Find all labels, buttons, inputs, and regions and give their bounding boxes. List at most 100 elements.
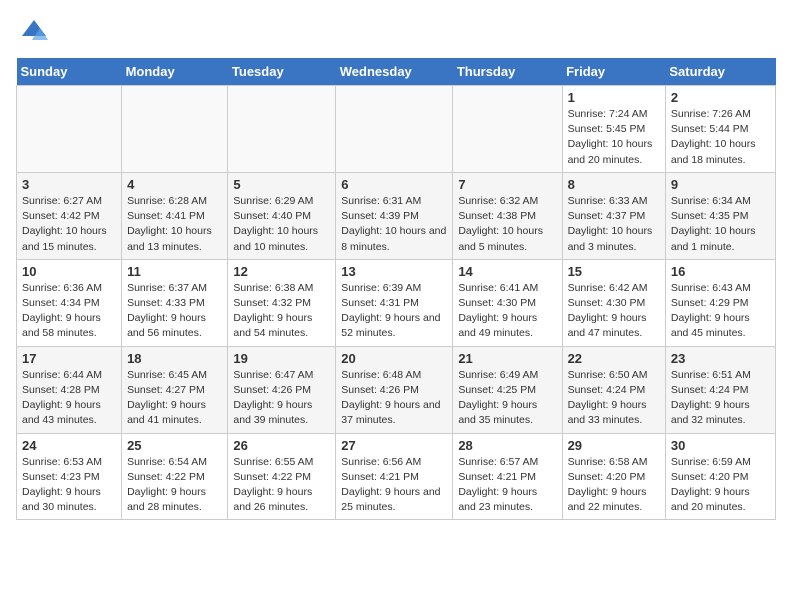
calendar-cell: 5 Sunrise: 6:29 AM Sunset: 4:40 PM Daylig…	[228, 172, 336, 259]
calendar-cell: 13Sunrise: 6:39 AM Sunset: 4:31 PM Dayli…	[336, 259, 453, 346]
day-number: 6	[341, 177, 447, 192]
day-info: Sunrise: 6:58 AM Sunset: 4:20 PM Dayligh…	[568, 455, 660, 516]
day-info: Sunrise: 7:26 AM Sunset: 5:44 PM Dayligh…	[671, 107, 770, 168]
calendar-cell: 22 Sunrise: 6:50 AM Sunset: 4:24 PM Dayli…	[562, 346, 665, 433]
logo-general	[16, 16, 50, 48]
day-info: Sunrise: 6:34 AM Sunset: 4:35 PM Dayligh…	[671, 194, 770, 255]
calendar-cell: 21Sunrise: 6:49 AM Sunset: 4:25 PM Dayli…	[453, 346, 562, 433]
day-number: 13	[341, 264, 447, 279]
calendar-cell: 26 Sunrise: 6:55 AM Sunset: 4:22 PM Dayli…	[228, 433, 336, 520]
calendar-cell: 28 Sunrise: 6:57 AM Sunset: 4:21 PM Dayli…	[453, 433, 562, 520]
day-info: Sunrise: 6:42 AM Sunset: 4:30 PM Dayligh…	[568, 281, 660, 342]
calendar-cell: 18 Sunrise: 6:45 AM Sunset: 4:27 PM Dayli…	[122, 346, 228, 433]
calendar-cell: 24 Sunrise: 6:53 AM Sunset: 4:23 PM Dayli…	[17, 433, 122, 520]
calendar-cell: 17 Sunrise: 6:44 AM Sunset: 4:28 PM Dayli…	[17, 346, 122, 433]
calendar-cell: 27 Sunrise: 6:56 AM Sunset: 4:21 PM Dayli…	[336, 433, 453, 520]
day-info: Sunrise: 6:59 AM Sunset: 4:20 PM Dayligh…	[671, 455, 770, 516]
weekday-header-wednesday: Wednesday	[336, 58, 453, 86]
calendar-cell: 4 Sunrise: 6:28 AM Sunset: 4:41 PM Daylig…	[122, 172, 228, 259]
calendar-cell	[228, 86, 336, 173]
day-number: 8	[568, 177, 660, 192]
day-info: Sunrise: 6:31 AM Sunset: 4:39 PM Dayligh…	[341, 194, 447, 255]
calendar-cell: 14Sunrise: 6:41 AM Sunset: 4:30 PM Dayli…	[453, 259, 562, 346]
day-number: 26	[233, 438, 330, 453]
week-row-0: 1Sunrise: 7:24 AM Sunset: 5:45 PM Daylig…	[17, 86, 776, 173]
day-number: 27	[341, 438, 447, 453]
day-number: 5	[233, 177, 330, 192]
day-number: 3	[22, 177, 116, 192]
day-number: 23	[671, 351, 770, 366]
day-info: Sunrise: 6:55 AM Sunset: 4:22 PM Dayligh…	[233, 455, 330, 516]
day-number: 16	[671, 264, 770, 279]
weekday-header-monday: Monday	[122, 58, 228, 86]
weekday-header-sunday: Sunday	[17, 58, 122, 86]
day-info: Sunrise: 6:53 AM Sunset: 4:23 PM Dayligh…	[22, 455, 116, 516]
calendar-table: SundayMondayTuesdayWednesdayThursdayFrid…	[16, 58, 776, 520]
day-number: 11	[127, 264, 222, 279]
calendar-cell: 30 Sunrise: 6:59 AM Sunset: 4:20 PM Dayli…	[665, 433, 775, 520]
logo-icon	[18, 16, 50, 48]
calendar-cell: 1Sunrise: 7:24 AM Sunset: 5:45 PM Daylig…	[562, 86, 665, 173]
day-info: Sunrise: 6:28 AM Sunset: 4:41 PM Dayligh…	[127, 194, 222, 255]
calendar-cell: 23 Sunrise: 6:51 AM Sunset: 4:24 PM Dayli…	[665, 346, 775, 433]
week-row-4: 24 Sunrise: 6:53 AM Sunset: 4:23 PM Dayli…	[17, 433, 776, 520]
week-row-1: 3 Sunrise: 6:27 AM Sunset: 4:42 PM Daylig…	[17, 172, 776, 259]
day-number: 20	[341, 351, 447, 366]
calendar-cell: 6 Sunrise: 6:31 AM Sunset: 4:39 PM Daylig…	[336, 172, 453, 259]
weekday-header-row: SundayMondayTuesdayWednesdayThursdayFrid…	[17, 58, 776, 86]
day-number: 28	[458, 438, 556, 453]
day-info: Sunrise: 6:50 AM Sunset: 4:24 PM Dayligh…	[568, 368, 660, 429]
day-number: 7	[458, 177, 556, 192]
day-info: Sunrise: 6:47 AM Sunset: 4:26 PM Dayligh…	[233, 368, 330, 429]
calendar-cell: 25 Sunrise: 6:54 AM Sunset: 4:22 PM Dayli…	[122, 433, 228, 520]
weekday-header-saturday: Saturday	[665, 58, 775, 86]
calendar-cell: 9 Sunrise: 6:34 AM Sunset: 4:35 PM Daylig…	[665, 172, 775, 259]
day-info: Sunrise: 6:51 AM Sunset: 4:24 PM Dayligh…	[671, 368, 770, 429]
day-number: 18	[127, 351, 222, 366]
day-info: Sunrise: 6:45 AM Sunset: 4:27 PM Dayligh…	[127, 368, 222, 429]
calendar-body: 1Sunrise: 7:24 AM Sunset: 5:45 PM Daylig…	[17, 86, 776, 520]
calendar-cell	[122, 86, 228, 173]
calendar-cell: 12 Sunrise: 6:38 AM Sunset: 4:32 PM Dayli…	[228, 259, 336, 346]
day-info: Sunrise: 6:33 AM Sunset: 4:37 PM Dayligh…	[568, 194, 660, 255]
day-info: Sunrise: 6:54 AM Sunset: 4:22 PM Dayligh…	[127, 455, 222, 516]
calendar-cell: 20 Sunrise: 6:48 AM Sunset: 4:26 PM Dayli…	[336, 346, 453, 433]
week-row-3: 17 Sunrise: 6:44 AM Sunset: 4:28 PM Dayli…	[17, 346, 776, 433]
day-info: Sunrise: 6:27 AM Sunset: 4:42 PM Dayligh…	[22, 194, 116, 255]
header	[16, 16, 776, 48]
calendar-cell: 8 Sunrise: 6:33 AM Sunset: 4:37 PM Daylig…	[562, 172, 665, 259]
day-info: Sunrise: 6:32 AM Sunset: 4:38 PM Dayligh…	[458, 194, 556, 255]
day-number: 4	[127, 177, 222, 192]
calendar-cell: 3 Sunrise: 6:27 AM Sunset: 4:42 PM Daylig…	[17, 172, 122, 259]
weekday-header-friday: Friday	[562, 58, 665, 86]
day-info: Sunrise: 6:48 AM Sunset: 4:26 PM Dayligh…	[341, 368, 447, 429]
day-number: 12	[233, 264, 330, 279]
calendar-cell: 19 Sunrise: 6:47 AM Sunset: 4:26 PM Dayli…	[228, 346, 336, 433]
day-info: Sunrise: 6:43 AM Sunset: 4:29 PM Dayligh…	[671, 281, 770, 342]
day-number: 30	[671, 438, 770, 453]
day-info: Sunrise: 6:37 AM Sunset: 4:33 PM Dayligh…	[127, 281, 222, 342]
day-number: 17	[22, 351, 116, 366]
day-number: 9	[671, 177, 770, 192]
calendar-cell	[17, 86, 122, 173]
calendar-cell: 2 Sunrise: 7:26 AM Sunset: 5:44 PM Daylig…	[665, 86, 775, 173]
day-info: Sunrise: 6:57 AM Sunset: 4:21 PM Dayligh…	[458, 455, 556, 516]
day-number: 29	[568, 438, 660, 453]
calendar-cell: 29 Sunrise: 6:58 AM Sunset: 4:20 PM Dayli…	[562, 433, 665, 520]
day-info: Sunrise: 6:44 AM Sunset: 4:28 PM Dayligh…	[22, 368, 116, 429]
day-number: 19	[233, 351, 330, 366]
calendar-cell: 10Sunrise: 6:36 AM Sunset: 4:34 PM Dayli…	[17, 259, 122, 346]
day-number: 24	[22, 438, 116, 453]
day-info: Sunrise: 6:29 AM Sunset: 4:40 PM Dayligh…	[233, 194, 330, 255]
day-number: 10	[22, 264, 116, 279]
day-info: Sunrise: 6:41 AM Sunset: 4:30 PM Dayligh…	[458, 281, 556, 342]
day-number: 2	[671, 90, 770, 105]
logo	[16, 16, 50, 48]
day-number: 15	[568, 264, 660, 279]
day-number: 25	[127, 438, 222, 453]
day-info: Sunrise: 6:56 AM Sunset: 4:21 PM Dayligh…	[341, 455, 447, 516]
day-info: Sunrise: 6:38 AM Sunset: 4:32 PM Dayligh…	[233, 281, 330, 342]
calendar-cell: 7 Sunrise: 6:32 AM Sunset: 4:38 PM Daylig…	[453, 172, 562, 259]
day-info: Sunrise: 7:24 AM Sunset: 5:45 PM Dayligh…	[568, 107, 660, 168]
day-number: 22	[568, 351, 660, 366]
